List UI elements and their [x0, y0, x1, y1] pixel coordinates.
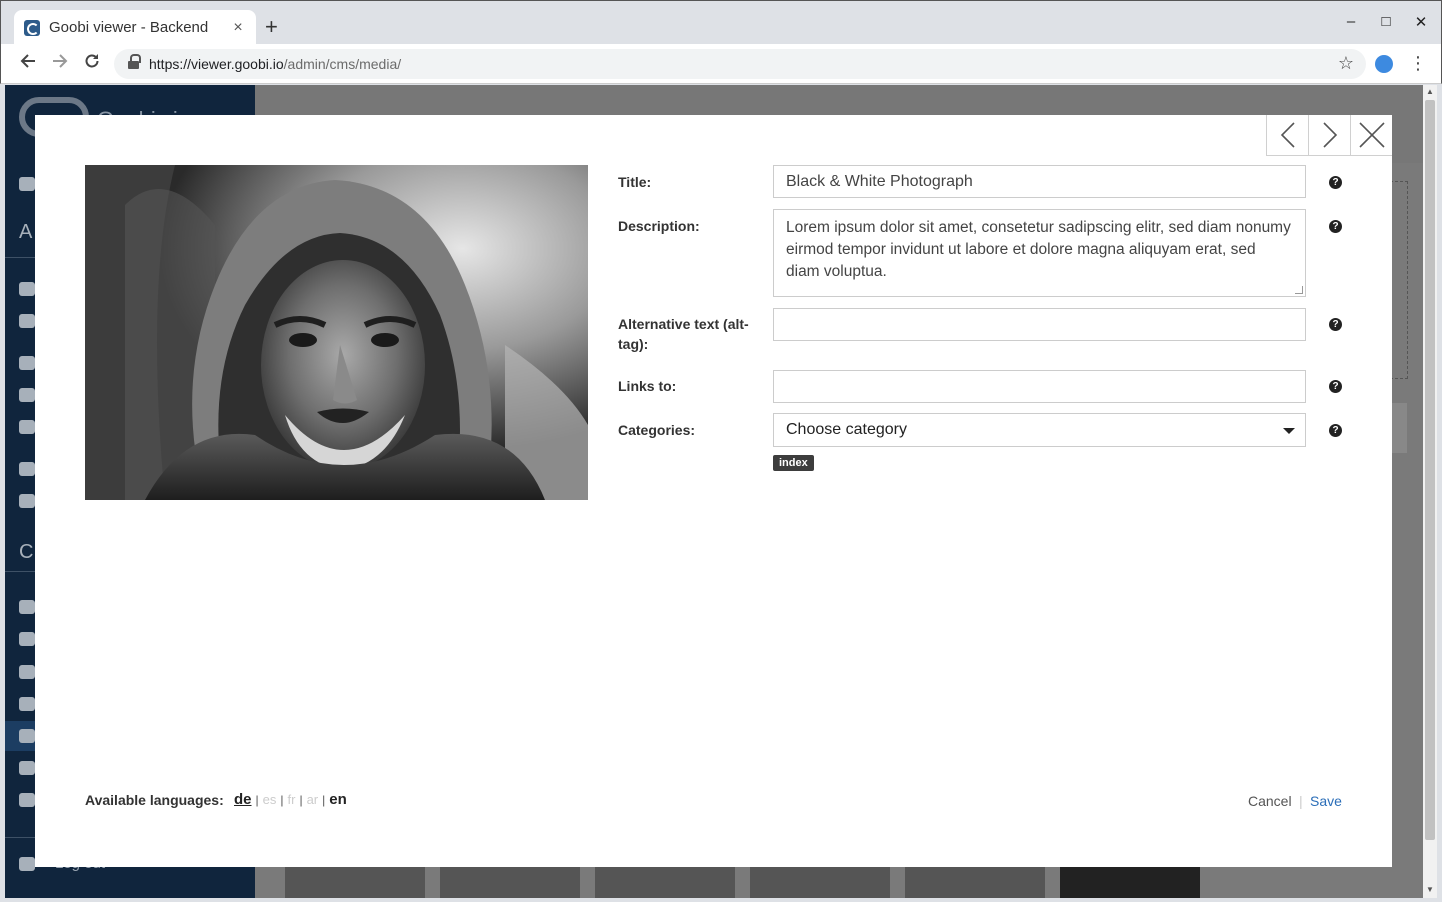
help-icon[interactable]: ?: [1329, 380, 1342, 393]
scroll-thumb[interactable]: [1425, 100, 1435, 840]
pin-icon[interactable]: [19, 665, 35, 679]
page-scrollbar[interactable]: ▲ ▼: [1423, 85, 1437, 898]
star-icon[interactable]: ☆: [1338, 53, 1354, 74]
window-close-button[interactable]: ✕: [1411, 13, 1431, 31]
media-thumbnail[interactable]: [595, 865, 735, 898]
comments-icon[interactable]: [19, 462, 35, 476]
links-to-input[interactable]: [773, 370, 1306, 403]
title-input[interactable]: [773, 165, 1306, 198]
media-preview-image: [85, 165, 588, 500]
previous-media-button[interactable]: [1266, 115, 1308, 156]
key-icon[interactable]: [19, 356, 35, 370]
more-vert-icon[interactable]: ⋮: [1409, 53, 1427, 73]
language-separator: |: [322, 793, 326, 807]
logout-icon[interactable]: [19, 857, 35, 871]
language-de[interactable]: de: [234, 791, 252, 808]
scroll-up-icon[interactable]: ▲: [1426, 87, 1434, 96]
collection-icon[interactable]: [19, 793, 35, 807]
dashboard-icon[interactable]: [19, 177, 35, 191]
resize-handle[interactable]: [1295, 286, 1303, 294]
language-separator: |: [280, 793, 284, 807]
description-textarea[interactable]: Lorem ipsum dolor sit amet, consetetur s…: [773, 209, 1306, 297]
edit-icon[interactable]: [19, 632, 35, 646]
language-switcher: de | es | fr | ar | en: [234, 791, 347, 808]
alt-text-input[interactable]: [773, 308, 1306, 341]
description-label: Description:: [618, 218, 700, 234]
address-bar[interactable]: https://viewer.goobi.io/admin/cms/media/…: [114, 49, 1366, 79]
user-icon[interactable]: [19, 282, 35, 296]
tab-close-icon[interactable]: ×: [230, 19, 246, 37]
tab-title: Goobi viewer - Backend: [49, 19, 209, 36]
category-select-value: Choose category: [786, 421, 907, 438]
help-icon[interactable]: ?: [1329, 220, 1342, 233]
reload-button[interactable]: [80, 52, 104, 76]
users-icon[interactable]: [19, 314, 35, 328]
extension-icon[interactable]: [1375, 55, 1393, 73]
cancel-button[interactable]: Cancel: [1248, 793, 1292, 809]
categories-label: Categories:: [618, 422, 696, 438]
title-label: Title:: [618, 174, 652, 190]
chevron-left-icon: [1280, 122, 1295, 148]
bolt-icon[interactable]: [19, 420, 35, 434]
url-text: https://viewer.goobi.io/admin/cms/media/: [149, 56, 402, 72]
back-button[interactable]: [16, 52, 40, 76]
caret-down-icon: [1283, 428, 1295, 434]
media-edit-modal: Title: ? Description: Lorem ipsum dolor …: [35, 115, 1392, 867]
goobi-favicon-icon: [24, 19, 40, 36]
category-select[interactable]: Choose category: [773, 413, 1306, 447]
media-thumbnail[interactable]: [285, 865, 425, 898]
media-thumbnail[interactable]: [905, 865, 1045, 898]
arrow-left-icon: [20, 54, 35, 68]
menu-icon[interactable]: [19, 761, 35, 775]
language-ar: ar: [306, 792, 319, 807]
help-icon[interactable]: ?: [1329, 176, 1342, 189]
browser-toolbar: https://viewer.goobi.io/admin/cms/media/…: [0, 44, 1442, 84]
next-media-button[interactable]: [1308, 115, 1350, 156]
image-icon[interactable]: [19, 729, 35, 743]
lock-icon[interactable]: [19, 388, 35, 402]
language-es: es: [262, 792, 277, 807]
media-thumbnail[interactable]: [750, 865, 890, 898]
browser-tab-strip: Goobi viewer - Backend × + – □ ✕: [0, 0, 1442, 45]
forward-button[interactable]: [48, 52, 72, 76]
language-fr: fr: [287, 792, 296, 807]
language-separator: |: [255, 793, 259, 807]
maximize-button[interactable]: □: [1376, 13, 1396, 30]
close-icon: [1358, 122, 1385, 148]
pages-icon[interactable]: [19, 600, 35, 614]
description-text: Lorem ipsum dolor sit amet, consetetur s…: [786, 219, 1291, 280]
lock-icon: [128, 54, 141, 70]
links-to-label: Links to:: [618, 378, 677, 394]
help-icon[interactable]: ?: [1329, 318, 1342, 331]
media-thumbnail[interactable]: [1060, 865, 1200, 898]
reload-icon: [85, 54, 99, 68]
languages-label: Available languages:: [85, 792, 224, 808]
section-letter-c: C: [19, 541, 34, 563]
alt-text-label: Alternative text (alt-tag):: [618, 316, 749, 352]
arrow-right-icon: [53, 54, 68, 68]
chevron-right-icon: [1322, 122, 1337, 148]
portrait-photo: [85, 165, 588, 500]
heartbeat-icon[interactable]: [19, 494, 35, 508]
gear-icon[interactable]: [19, 697, 35, 711]
language-en[interactable]: en: [329, 791, 347, 808]
section-letter-a: A: [19, 221, 33, 243]
action-separator: |: [1299, 793, 1303, 809]
scroll-down-icon[interactable]: ▼: [1426, 885, 1434, 894]
help-icon[interactable]: ?: [1329, 424, 1342, 437]
save-button[interactable]: Save: [1310, 793, 1342, 809]
new-tab-button[interactable]: +: [265, 15, 278, 39]
minimize-button[interactable]: –: [1341, 13, 1361, 30]
browser-tab[interactable]: Goobi viewer - Backend ×: [14, 10, 256, 45]
category-tag[interactable]: index: [773, 455, 814, 471]
close-modal-button[interactable]: [1350, 115, 1392, 156]
language-separator: |: [299, 793, 303, 807]
media-thumbnail[interactable]: [440, 865, 580, 898]
